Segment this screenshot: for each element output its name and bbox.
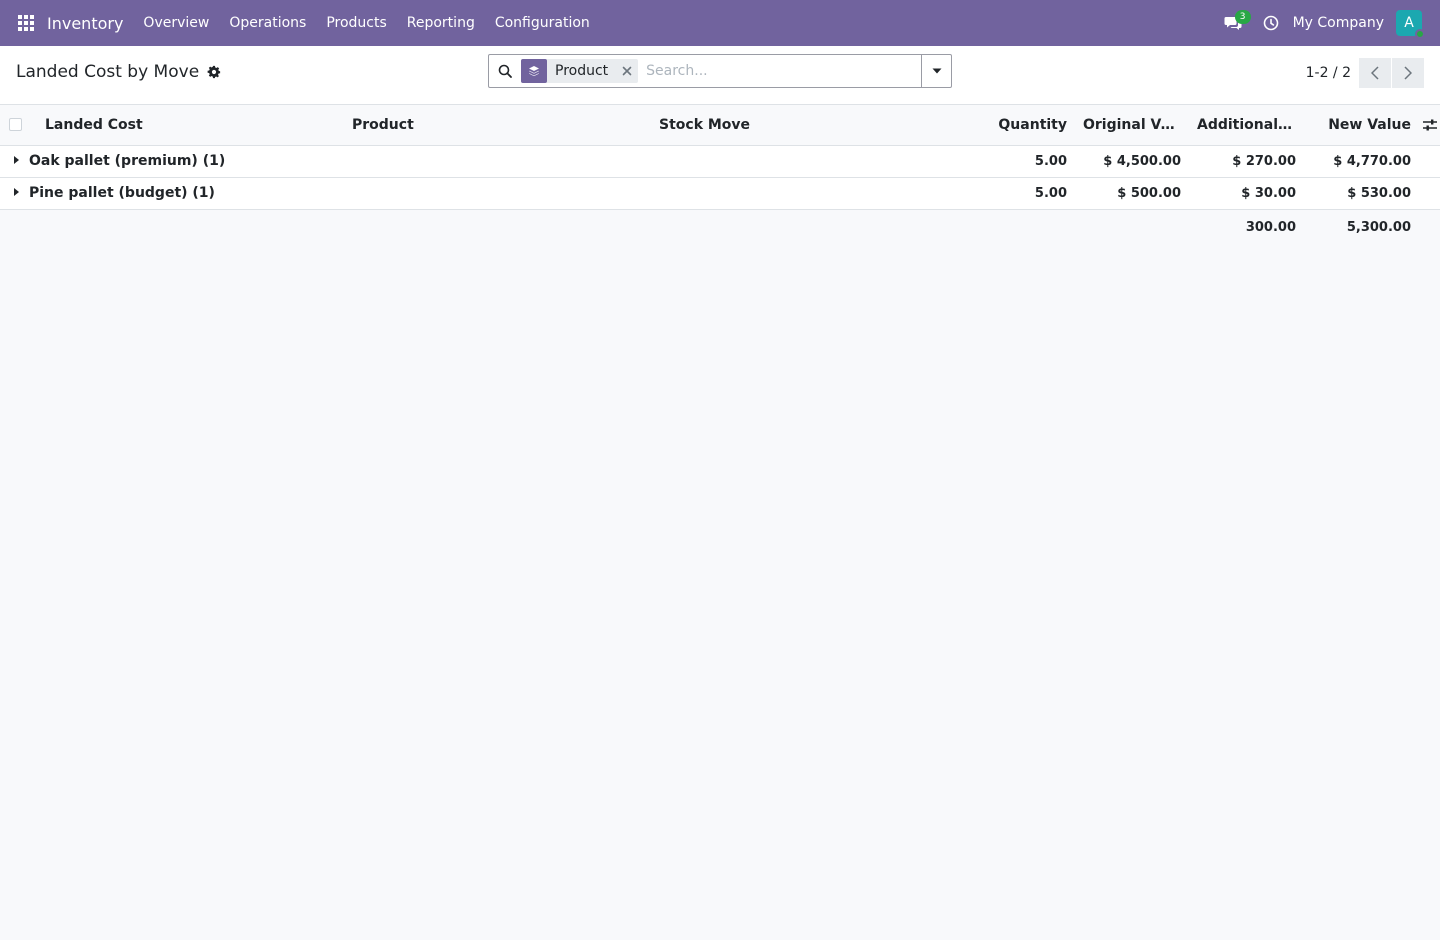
menu-configuration[interactable]: Configuration (485, 0, 600, 46)
search-options-toggle[interactable] (921, 55, 951, 87)
group-quantity: 5.00 (958, 145, 1075, 178)
page-title: Landed Cost by Move (16, 62, 200, 82)
group-original-value: $ 500.00 (1075, 177, 1189, 210)
group-additional-cost: $ 30.00 (1189, 177, 1304, 210)
group-header[interactable]: Oak pallet (premium) (1) (0, 145, 958, 178)
search-input[interactable] (638, 63, 921, 79)
search-bar: Product (488, 54, 952, 88)
avatar-letter: A (1404, 15, 1414, 31)
group-row[interactable]: Pine pallet (budget) (1) 5.00 $ 500.00 $… (0, 177, 1440, 210)
menu-reporting[interactable]: Reporting (397, 0, 485, 46)
totals-end-spacer (1419, 209, 1440, 245)
column-quantity[interactable]: Quantity (958, 105, 1075, 146)
select-all-cell (0, 105, 37, 146)
top-navbar: Inventory Overview Operations Products R… (0, 0, 1440, 46)
group-original-value: $ 4,500.00 (1075, 145, 1189, 178)
column-product[interactable]: Product (344, 105, 651, 146)
sliders-icon (1422, 119, 1437, 131)
group-quantity: 5.00 (958, 177, 1075, 210)
chevron-right-icon (1404, 66, 1412, 80)
caret-right-icon (14, 156, 19, 164)
messages-button[interactable]: 3 (1213, 0, 1253, 46)
messages-count-badge: 3 (1234, 10, 1251, 24)
column-new-value[interactable]: New Value (1304, 105, 1419, 146)
pager-value[interactable]: 1-2 / 2 (1306, 65, 1351, 81)
pager: 1-2 / 2 (1306, 58, 1424, 88)
pager-next-button[interactable] (1392, 58, 1424, 88)
group-spacer (1419, 145, 1440, 178)
chevron-left-icon (1371, 66, 1379, 80)
totals-spacer (0, 209, 1189, 245)
app-brand[interactable]: Inventory (47, 14, 123, 33)
group-additional-cost: $ 270.00 (1189, 145, 1304, 178)
table-header-row: Landed Cost Product Stock Move Quantity … (0, 105, 1440, 146)
column-settings-cell (1419, 105, 1440, 146)
online-status-dot (1415, 29, 1425, 39)
gear-icon[interactable] (207, 65, 221, 79)
group-spacer (1419, 177, 1440, 210)
apps-grid-icon (18, 15, 34, 31)
facet-label: Product (555, 63, 609, 79)
search-icon[interactable] (489, 55, 521, 87)
column-additional-landed-cost[interactable]: Additional La... (1189, 105, 1304, 146)
total-additional-cost: 300.00 (1189, 209, 1304, 245)
breadcrumb: Landed Cost by Move (16, 62, 221, 82)
caret-down-icon (932, 68, 941, 74)
clock-icon (1263, 15, 1278, 31)
layers-icon (521, 59, 547, 83)
group-label: Oak pallet (premium) (1) (29, 153, 226, 169)
column-stock-move[interactable]: Stock Move (651, 105, 958, 146)
menu-overview[interactable]: Overview (133, 0, 219, 46)
company-switcher[interactable]: My Company (1293, 15, 1384, 31)
landed-cost-table: Landed Cost Product Stock Move Quantity … (0, 105, 1440, 245)
column-original-value[interactable]: Original Value (1075, 105, 1189, 146)
menu-operations[interactable]: Operations (219, 0, 316, 46)
caret-right-icon (14, 188, 19, 196)
group-header[interactable]: Pine pallet (budget) (1) (0, 177, 958, 210)
total-new-value: 5,300.00 (1304, 209, 1419, 245)
list-view: Landed Cost Product Stock Move Quantity … (0, 105, 1440, 245)
remove-facet-close-icon[interactable] (616, 59, 638, 83)
select-all-checkbox[interactable] (9, 118, 22, 132)
group-row[interactable]: Oak pallet (premium) (1) 5.00 $ 4,500.00… (0, 145, 1440, 178)
menu-products[interactable]: Products (316, 0, 396, 46)
app-switcher-button[interactable] (3, 0, 49, 46)
totals-row: 300.00 5,300.00 (0, 209, 1440, 245)
user-avatar[interactable]: A (1396, 10, 1425, 39)
search-facet-groupby: Product (521, 59, 639, 83)
group-label: Pine pallet (budget) (1) (29, 185, 215, 201)
pager-previous-button[interactable] (1359, 58, 1391, 88)
optional-columns-button[interactable] (1419, 119, 1440, 131)
column-landed-cost[interactable]: Landed Cost (37, 105, 344, 146)
group-new-value: $ 530.00 (1304, 177, 1419, 210)
control-panel: Landed Cost by Move Product Search... 1-… (0, 46, 1440, 105)
group-new-value: $ 4,770.00 (1304, 145, 1419, 178)
activities-button[interactable] (1253, 0, 1289, 46)
